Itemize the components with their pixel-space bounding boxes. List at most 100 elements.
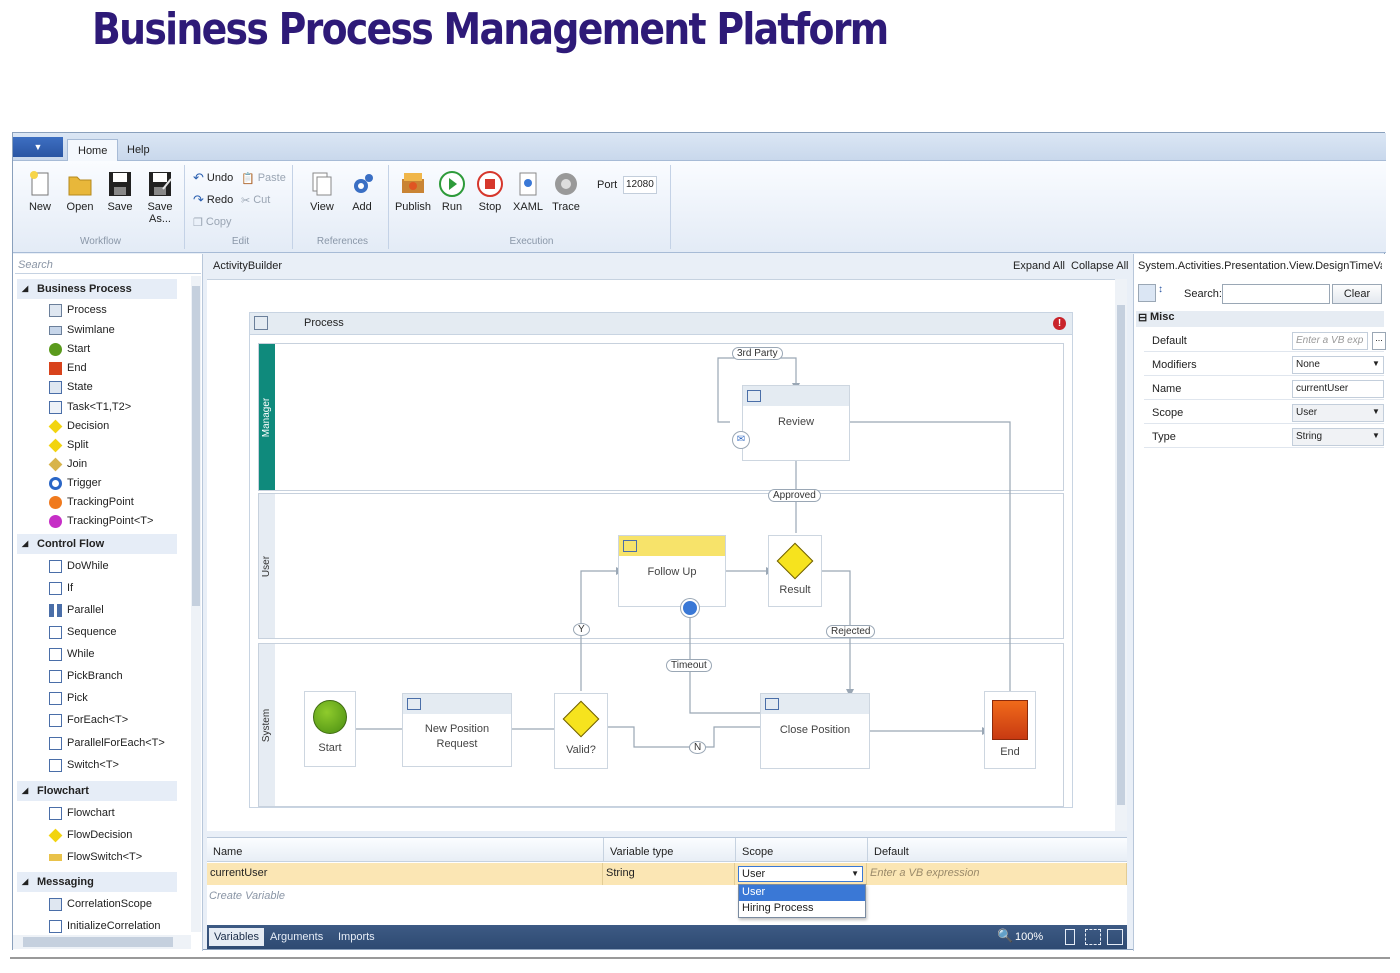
close-position-task-node[interactable]: Close Position <box>760 693 870 769</box>
scope-option-user[interactable]: User <box>739 885 865 901</box>
stop-button[interactable]: Stop <box>471 169 509 213</box>
toolbox-item-trackingpoint[interactable]: TrackingPoint <box>49 493 134 511</box>
modifiers-select[interactable]: None <box>1292 356 1384 374</box>
scope-option-hiring-process[interactable]: Hiring Process <box>739 901 865 917</box>
toolbox-item-join[interactable]: Join <box>48 455 87 473</box>
column-header-scope[interactable]: Scope <box>735 838 867 862</box>
toolbox-item-flowswitch[interactable]: FlowSwitch<T> <box>49 848 142 866</box>
arguments-tab[interactable]: Arguments <box>265 928 328 946</box>
toolbox-item-pickbranch[interactable]: PickBranch <box>49 667 123 685</box>
toolbox-item-switch[interactable]: Switch<T> <box>49 756 119 774</box>
toolbox-item-end[interactable]: End <box>49 359 87 377</box>
view-references-button[interactable]: View <box>303 169 341 213</box>
toolbox-item-task[interactable]: Task<T1,T2> <box>49 398 131 416</box>
toolbox-item-initializecorrelation[interactable]: InitializeCorrelation <box>49 917 161 935</box>
end-node[interactable]: End <box>984 691 1036 769</box>
new-button[interactable]: New <box>21 169 59 213</box>
cut-button[interactable]: ✂ Cut <box>241 191 270 209</box>
zoom-slider-icon[interactable] <box>1065 929 1075 945</box>
approved-edge-label[interactable]: Approved <box>768 489 821 502</box>
zoom-level[interactable]: 100% <box>1015 931 1043 943</box>
properties-search-input[interactable] <box>1222 284 1330 304</box>
column-header-default[interactable]: Default <box>867 838 1127 862</box>
property-row-modifiers[interactable]: Modifiers None ▼ <box>1144 354 1384 376</box>
envelope-icon[interactable]: ✉ <box>732 431 750 449</box>
toolbox-item-state[interactable]: State <box>49 378 93 396</box>
port-input[interactable]: 12080 <box>623 176 657 194</box>
scope-dropdown[interactable]: User ▼ <box>738 866 863 882</box>
toolbox-item-parallelforeach[interactable]: ParallelForEach<T> <box>49 734 165 752</box>
process-container[interactable]: Process ! Manager User System Review ✉ F… <box>249 312 1073 808</box>
default-value-input[interactable]: Enter a VB exp <box>1292 332 1368 350</box>
property-row-default[interactable]: Default Enter a VB exp... <box>1144 330 1386 352</box>
sort-az-icon[interactable]: ↕ <box>1158 284 1174 302</box>
add-reference-button[interactable]: Add <box>343 169 381 213</box>
publish-button[interactable]: Publish <box>393 169 433 213</box>
toolbox-item-process[interactable]: Process <box>49 301 107 319</box>
imports-tab[interactable]: Imports <box>333 928 380 946</box>
toolbox-item-sequence[interactable]: Sequence <box>49 623 117 641</box>
toolbox-item-dowhile[interactable]: DoWhile <box>49 557 109 575</box>
name-input[interactable]: currentUser <box>1292 380 1384 398</box>
column-header-name[interactable]: Name <box>207 838 603 862</box>
tab-help[interactable]: Help <box>117 139 160 161</box>
third-party-edge-label[interactable]: 3rd Party <box>732 347 783 360</box>
variables-tab[interactable]: Variables <box>209 928 265 946</box>
toolbox-vertical-scrollbar[interactable] <box>191 276 201 932</box>
trace-button[interactable]: Trace <box>547 169 585 213</box>
new-position-request-task-node[interactable]: New Position Request <box>402 693 512 767</box>
timer-icon[interactable] <box>681 599 699 617</box>
type-select[interactable]: String <box>1292 428 1384 446</box>
copy-button[interactable]: ❐ Copy <box>193 213 232 231</box>
variable-name-cell[interactable]: currentUser <box>207 863 603 885</box>
scrollbar-thumb[interactable] <box>192 286 200 606</box>
property-row-scope[interactable]: Scope User ▼ <box>1144 402 1384 424</box>
toolbox-item-trigger[interactable]: Trigger <box>49 474 101 492</box>
variable-scope-cell[interactable]: User ▼ <box>735 863 867 885</box>
collapse-all-button[interactable]: Collapse All <box>1071 260 1128 272</box>
fit-to-screen-icon[interactable] <box>1085 929 1101 945</box>
toolbox-item-correlationscope[interactable]: CorrelationScope <box>49 895 152 913</box>
toolbox-item-split[interactable]: Split <box>48 436 88 454</box>
misc-category[interactable]: ⊟ Misc <box>1136 311 1384 327</box>
toolbox-item-flowchart[interactable]: Flowchart <box>49 804 115 822</box>
xaml-button[interactable]: XAML <box>509 169 547 213</box>
clear-button[interactable]: Clear <box>1332 284 1382 304</box>
toolbox-search-input[interactable]: Search <box>15 256 201 274</box>
toolbox-item-foreach[interactable]: ForEach<T> <box>49 711 128 729</box>
result-decision-node[interactable]: Result <box>768 535 822 607</box>
toolbox-item-decision[interactable]: Decision <box>48 417 109 435</box>
categorized-view-icon[interactable] <box>1138 284 1156 302</box>
toolbox-item-while[interactable]: While <box>49 645 95 663</box>
toolbox-category-messaging[interactable]: ◢ Messaging <box>17 872 177 892</box>
valid-decision-node[interactable]: Valid? <box>554 693 608 769</box>
redo-button[interactable]: ↷ Redo <box>193 191 233 209</box>
zoom-magnifier-icon[interactable]: 🔍 <box>997 928 1013 944</box>
follow-up-task-node[interactable]: Follow Up <box>618 535 726 607</box>
save-button[interactable]: Save <box>101 169 139 213</box>
canvas-scrollbar-thumb[interactable] <box>1117 305 1125 805</box>
undo-button[interactable]: ↶ Undo <box>193 169 233 187</box>
timeout-edge-label[interactable]: Timeout <box>666 659 712 672</box>
toolbox-category-business-process[interactable]: ◢ Business Process <box>17 279 177 299</box>
toolbox-category-control-flow[interactable]: ◢ Control Flow <box>17 534 177 554</box>
toolbox-horizontal-scrollbar[interactable] <box>13 935 191 949</box>
breadcrumb[interactable]: ActivityBuilder <box>213 260 282 272</box>
canvas-vertical-scrollbar[interactable] <box>1115 279 1127 831</box>
column-header-variable-type[interactable]: Variable type <box>603 838 735 862</box>
toolbox-item-swimlane[interactable]: Swimlane <box>49 321 115 339</box>
toolbox-item-pick[interactable]: Pick <box>49 689 88 707</box>
scope-select[interactable]: User <box>1292 404 1384 422</box>
property-row-type[interactable]: Type String ▼ <box>1144 426 1384 448</box>
application-menu-button[interactable]: ▼ <box>13 137 63 157</box>
toolbox-item-start[interactable]: Start <box>49 340 90 358</box>
review-task-node[interactable]: Review <box>742 385 850 461</box>
toolbox-item-flowdecision[interactable]: FlowDecision <box>48 826 132 844</box>
toolbox-category-flowchart[interactable]: ◢ Flowchart <box>17 781 177 801</box>
toolbox-item-parallel[interactable]: Parallel <box>49 601 104 619</box>
ellipsis-button[interactable]: ... <box>1372 332 1386 350</box>
variable-default-cell[interactable]: Enter a VB expression <box>867 863 1127 885</box>
expand-all-button[interactable]: Expand All <box>1013 260 1065 272</box>
paste-button[interactable]: 📋 Paste <box>241 169 286 187</box>
property-row-name[interactable]: Name currentUser <box>1144 378 1384 400</box>
